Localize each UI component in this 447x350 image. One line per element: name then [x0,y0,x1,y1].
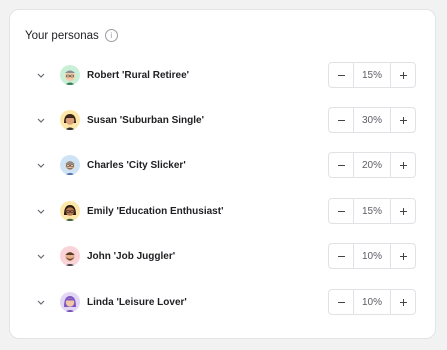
increment-button[interactable] [390,153,415,177]
decrement-button[interactable] [329,153,354,177]
woman-dark-hair-avatar-icon [60,110,80,130]
man-beard-avatar-icon [60,246,80,266]
increment-button[interactable] [390,244,415,268]
chevron-down-icon[interactable] [36,251,46,261]
decrement-button[interactable] [329,290,354,314]
woman-glasses-avatar-icon [60,201,80,221]
personas-header: Your personas i [25,29,118,42]
chevron-down-icon[interactable] [36,115,46,125]
personas-title: Your personas [25,29,99,42]
decrement-button[interactable] [329,244,354,268]
persona-name: John 'Job Juggler' [87,250,176,262]
persona-row-john: John 'Job Juggler' [36,241,416,271]
decrement-button[interactable] [329,108,354,132]
percent-stepper [328,289,416,315]
percent-input[interactable] [354,114,390,126]
persona-name: Charles 'City Slicker' [87,159,186,171]
man-glasses-avatar-icon [60,65,80,85]
decrement-button[interactable] [329,199,354,223]
chevron-down-icon[interactable] [36,160,46,170]
increment-button[interactable] [390,199,415,223]
increment-button[interactable] [390,290,415,314]
chevron-down-icon[interactable] [36,297,46,307]
chevron-down-icon[interactable] [36,70,46,80]
personas-card: Your personas i Robert 'Rural Retiree' 1… [9,9,436,339]
persona-name: Susan 'Suburban Single' [87,114,204,126]
decrement-button[interactable] [329,63,354,87]
percent-input[interactable] [354,205,390,217]
percent-stepper [328,152,416,178]
percent-input[interactable] [354,250,390,262]
chevron-down-icon[interactable] [36,206,46,216]
persona-row-linda: Linda 'Leisure Lover' [36,287,416,317]
percent-stepper [328,243,416,269]
percent-stepper [328,107,416,133]
persona-row-robert: Robert 'Rural Retiree' [36,60,416,90]
increment-button[interactable] [390,108,415,132]
percent-stepper [328,62,416,88]
persona-name: Linda 'Leisure Lover' [87,296,187,308]
persona-name: Robert 'Rural Retiree' [87,69,190,81]
info-icon[interactable]: i [104,29,118,42]
persona-name: Emily 'Education Enthusiast' [87,205,224,217]
man-beard-glasses-avatar-icon [60,155,80,175]
percent-input[interactable] [354,69,390,81]
persona-row-emily: Emily 'Education Enthusiast' [36,196,416,226]
woman-purple-hair-avatar-icon [60,292,80,312]
percent-stepper [328,198,416,224]
persona-row-charles: Charles 'City Slicker' [36,150,416,180]
percent-input[interactable] [354,159,390,171]
persona-row-susan: Susan 'Suburban Single' [36,105,416,135]
percent-input[interactable] [354,296,390,308]
increment-button[interactable] [390,63,415,87]
